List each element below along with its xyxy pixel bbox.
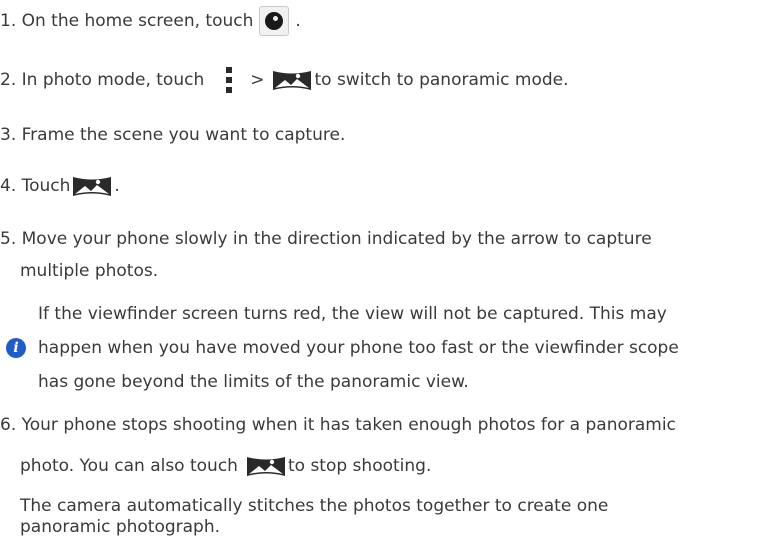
closing-text-2: panoramic photograph. [20,517,221,537]
note-line-1: If the viewfinder screen turns red, the … [38,302,667,326]
step-4-text: 4. Touch [0,176,71,196]
camera-app-icon [259,6,290,36]
step-2-separator: > [250,70,265,90]
panorama-mode-icon [273,71,312,90]
panorama-shutter-icon [73,177,112,196]
info-icon: i [6,338,26,358]
step-1-text: 1. On the home screen, touch [0,11,254,31]
note-text-1: If the viewfinder screen turns red, the … [38,304,667,324]
step-5-text-cont: multiple photos. [20,261,159,281]
step-4: 4. Touch . [0,174,120,198]
closing-line-2: panoramic photograph. [20,515,220,539]
step-3: 3. Frame the scene you want to capture. [0,123,345,147]
step-4-suffix: . [114,176,120,196]
note-line-2: happen when you have moved your phone to… [38,336,679,360]
step-6-text: 6. Your phone stops shooting when it has… [0,415,676,435]
menu-dots-icon [226,67,233,93]
panorama-stop-icon [246,457,285,476]
step-6-line-1: 6. Your phone stops shooting when it has… [0,413,676,437]
step-1-suffix: . [295,11,301,31]
note-text-3: has gone beyond the limits of the panora… [38,372,469,392]
step-3-text: 3. Frame the scene you want to capture. [0,125,346,145]
step-6-line-2: photo. You can also touch to stop shooti… [20,454,431,478]
step-5-line-1: 5. Move your phone slowly in the directi… [0,227,652,251]
step-2: 2. In photo mode, touch > to switch to p… [0,67,569,93]
note-text-2: happen when you have moved your phone to… [38,338,679,358]
step-2-suffix: to switch to panoramic mode. [314,70,569,90]
step-6-suffix: to stop shooting. [287,456,432,476]
note-line-3: has gone beyond the limits of the panora… [38,370,469,394]
step-5-text: 5. Move your phone slowly in the directi… [0,229,652,249]
step-1: 1. On the home screen, touch . [0,6,301,36]
step-2-text: 2. In photo mode, touch [0,70,205,90]
step-6-text-cont: photo. You can also touch [20,456,238,476]
step-5-line-2: multiple photos. [20,259,158,283]
